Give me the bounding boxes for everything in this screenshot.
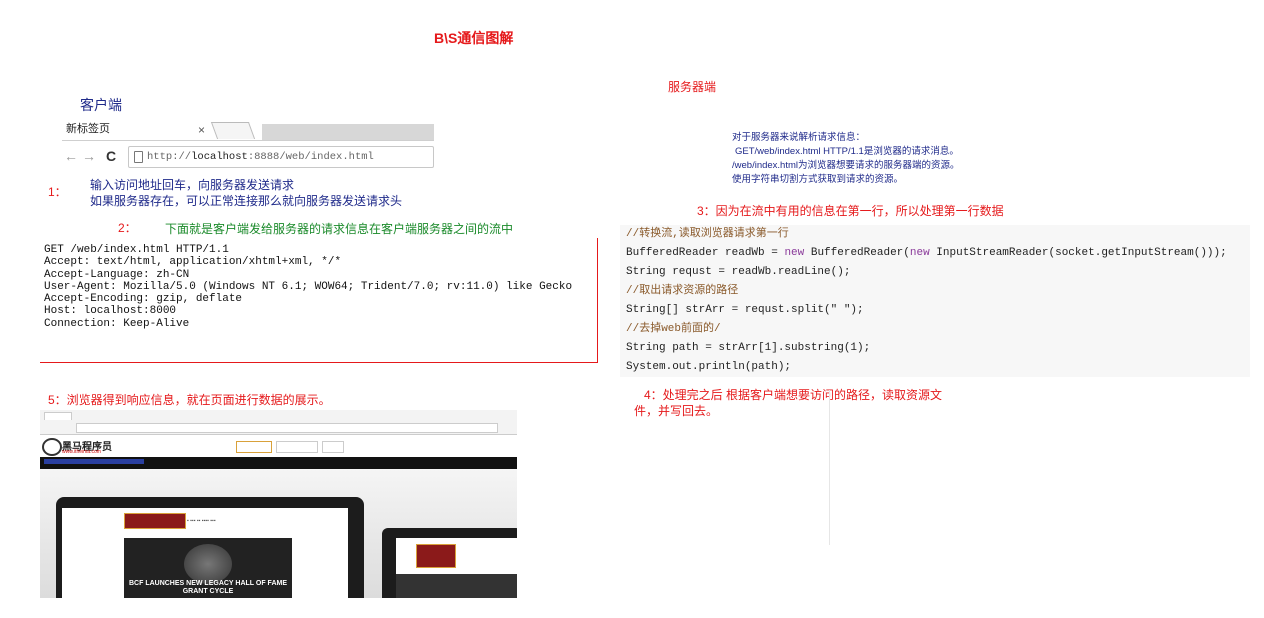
header-badge (276, 441, 318, 453)
http-request-box: GET /web/index.html HTTP/1.1 Accept: tex… (40, 238, 598, 363)
site-tab (44, 412, 72, 420)
step2-description: 下面就是客户端发给服务器的请求信息在客户端服务器之间的流中 (165, 222, 514, 236)
server-heading: 服务器端 (668, 80, 717, 94)
site-address-bar (76, 423, 498, 433)
request-header: Accept: text/html, application/xhtml+xml… (44, 256, 342, 269)
server-desc-line: GET/web/index.html HTTP/1.1是浏览器的请求消息。 (735, 146, 959, 157)
code-line: String requst = readWb.readLine(); (626, 266, 851, 278)
tab-label: 新标签页 (66, 123, 110, 135)
header-badge (322, 441, 344, 453)
request-header: Host: localhost:8000 (44, 305, 177, 318)
new-tab-button[interactable] (210, 122, 256, 139)
url-rest: :8888/web/index.html (247, 151, 374, 163)
server-desc-line: 使用字符串切割方式获取到请求的资源。 (732, 174, 904, 185)
site-nav-links (44, 459, 144, 464)
step1-line1: 输入访问地址回车，向服务器发送请求 (90, 178, 295, 192)
url-host: localhost (191, 151, 248, 163)
java-code-block: //转换流,读取浏览器请求第一行 BufferedReader readWb =… (620, 225, 1250, 377)
tablet-slide (396, 574, 517, 598)
tablet-screen (396, 538, 517, 598)
code-comment: //去掉web前面的/ (626, 323, 721, 335)
code-line: System.out.println(path); (626, 361, 792, 373)
browser-tab[interactable]: 新标签页 × (62, 120, 212, 140)
code-line: String[] strArr = requst.split(" "); (626, 304, 864, 316)
code-line: String path = strArr[1].substring(1); (626, 342, 871, 354)
server-desc-line: 对于服务器来说解析请求信息： (732, 132, 866, 143)
site-banner (124, 513, 186, 529)
code-line: BufferedReader readWb = new BufferedRead… (626, 247, 1227, 259)
client-heading: 客户端 (80, 97, 122, 113)
website-screenshot: 黑马程序员 www.itheima.com ▪ ▪▪▪ ▪▪ ▪▪▪▪ ▪▪▪ … (40, 410, 517, 598)
request-header: Connection: Keep-Alive (44, 317, 190, 330)
step4-line1: 4：处理完之后 根据客户端想要访问的路径，读取资源文 (644, 388, 943, 402)
reload-icon[interactable]: C (106, 148, 116, 164)
forward-arrow-icon[interactable]: → (82, 148, 96, 164)
request-header: User-Agent: Mozilla/5.0 (Windows NT 6.1;… (44, 280, 573, 293)
tab-bar: 新标签页 × (62, 120, 434, 141)
laptop-screen: ▪ ▪▪▪ ▪▪ ▪▪▪▪ ▪▪▪ BCF LAUNCHES NEW LEGAC… (62, 508, 348, 598)
browser-window: 新标签页 × ← → C http://localhost:8888/web/i… (62, 120, 434, 172)
server-description: 对于服务器来说解析请求信息： GET/web/index.html HTTP/1… (732, 131, 960, 187)
request-header: Accept-Encoding: gzip, deflate (44, 293, 243, 306)
code-comment: //取出请求资源的路径 (626, 285, 739, 297)
step4-description: 4：处理完之后 根据客户端想要访问的路径，读取资源文 件，并写回去。 (634, 387, 942, 419)
logo-icon (42, 438, 62, 456)
slide-caption: BCF LAUNCHES NEW LEGACY HALL OF FAME GRA… (128, 580, 288, 595)
site-logo-url: www.itheima.com (62, 449, 101, 455)
hero-slide: BCF LAUNCHES NEW LEGACY HALL OF FAME GRA… (124, 538, 292, 598)
tablet-banner (416, 544, 456, 568)
step1-line2: 如果服务器存在，可以正常连接那么就向服务器发送请求头 (90, 194, 403, 208)
page-icon (134, 151, 143, 163)
screen-nav-links: ▪ ▪▪▪ ▪▪ ▪▪▪▪ ▪▪▪ (187, 518, 216, 524)
navigation-bar: ← → C http://localhost:8888/web/index.ht… (62, 142, 434, 172)
step1-description: 输入访问地址回车，向服务器发送请求 如果服务器存在，可以正常连接那么就向服务器发… (90, 177, 402, 209)
header-badge (236, 441, 272, 453)
address-bar[interactable]: http://localhost:8888/web/index.html (128, 146, 434, 168)
back-arrow-icon[interactable]: ← (64, 148, 78, 164)
site-header: 黑马程序员 www.itheima.com (40, 435, 517, 457)
close-icon[interactable]: × (198, 121, 205, 139)
step2-number: 2： (118, 221, 137, 235)
step3-description: 3：因为在流中有用的信息在第一行，所以处理第一行数据 (697, 204, 1004, 218)
step4-line2: 件，并写回去。 (634, 404, 719, 418)
url-prefix: http:// (147, 151, 192, 163)
code-comment: //转换流,读取浏览器请求第一行 (626, 228, 789, 240)
server-desc-line: /web/index.html为浏览器想要请求的服务器端的资源。 (732, 160, 960, 171)
tab-strip-background (262, 124, 434, 140)
divider-line (829, 390, 830, 545)
seal-image (184, 544, 232, 584)
site-nav-bar (40, 457, 517, 469)
step1-number: 1： (48, 185, 67, 199)
request-line: GET /web/index.html HTTP/1.1 (44, 244, 229, 256)
site-browser-chrome (40, 410, 517, 435)
diagram-title: B\S通信图解 (434, 30, 514, 46)
step5-description: 5：浏览器得到响应信息，就在页面进行数据的展示。 (48, 393, 331, 407)
request-header: Accept-Language: zh-CN (44, 268, 190, 281)
